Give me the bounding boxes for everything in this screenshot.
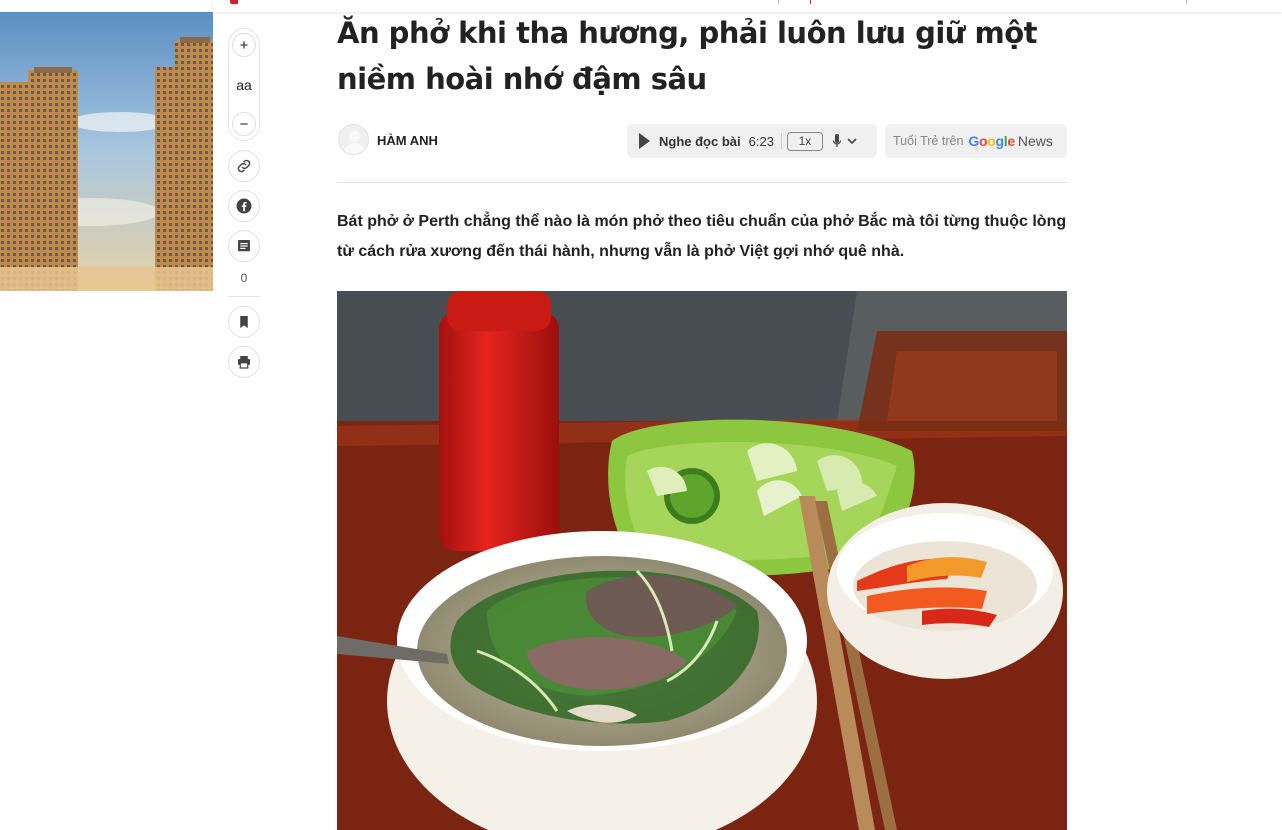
ad-banner-image	[0, 12, 213, 291]
audio-player[interactable]: Nghe đọc bài 6:23 1x	[627, 124, 877, 158]
mic-icon[interactable]	[832, 133, 842, 149]
google-news-prefix: Tuổi Trẻ trên	[893, 134, 964, 148]
font-size-label[interactable]: aa	[232, 73, 256, 97]
header-divider	[778, 0, 779, 4]
google-logo: Google	[968, 133, 1015, 149]
header-divider	[1186, 0, 1187, 4]
author-avatar[interactable]	[338, 124, 369, 155]
print-button[interactable]	[228, 346, 260, 378]
playback-speed-button[interactable]: 1x	[786, 131, 823, 151]
bookmark-button[interactable]	[228, 306, 260, 338]
facebook-icon	[236, 198, 252, 214]
comment-button[interactable]	[228, 230, 260, 262]
font-increase-button[interactable]: +	[232, 33, 256, 57]
share-facebook-button[interactable]	[228, 190, 260, 222]
article-headline: Ăn phở khi tha hương, phải luôn lưu giữ …	[337, 16, 1038, 96]
google-news-follow-button[interactable]: Tuổi Trẻ trên Google News	[885, 124, 1067, 158]
play-icon[interactable]	[639, 133, 650, 149]
audio-duration: 6:23	[748, 133, 774, 149]
google-news-suffix: News	[1017, 133, 1053, 149]
bookmark-icon	[240, 316, 248, 328]
font-size-control: + aa −	[228, 28, 260, 141]
author-name[interactable]: HÀM ANH	[377, 133, 438, 148]
audio-label: Nghe đọc bài	[659, 133, 741, 149]
article-hero-image[interactable]	[337, 291, 1067, 830]
site-logo-gap	[238, 0, 242, 4]
audio-separator	[780, 133, 782, 149]
comment-count: 0	[240, 271, 248, 285]
copy-link-button[interactable]	[228, 150, 260, 182]
article-meta-row: HÀM ANH Nghe đọc bài 6:23 1x Tuổi Trẻ tr…	[337, 124, 1067, 158]
rail-divider	[228, 296, 260, 297]
ad-banner-skyscraper[interactable]	[0, 12, 213, 291]
chevron-down-icon[interactable]	[846, 135, 858, 147]
header-accent	[810, 0, 811, 4]
meta-divider	[337, 182, 1067, 183]
pho-photo	[337, 291, 1067, 830]
article-sapo: Bát phở ở Perth chẳng thể nào là món phở…	[337, 213, 1067, 260]
font-decrease-button[interactable]: −	[232, 112, 256, 136]
comment-icon	[238, 240, 250, 252]
print-icon	[238, 356, 250, 369]
link-icon	[237, 159, 251, 173]
